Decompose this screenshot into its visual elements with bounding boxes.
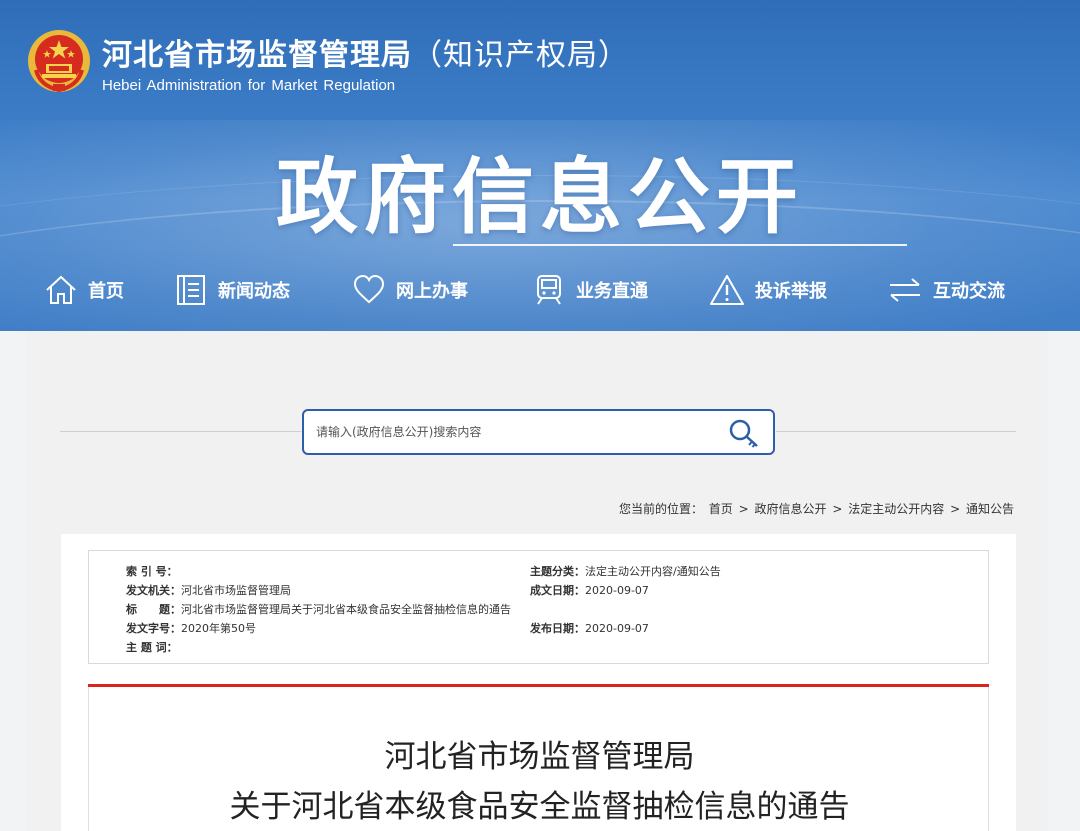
content-panel: 您当前的位置： 首页 > 政府信息公开 > 法定主动公开内容 > 通知公告 索 … — [26, 331, 1048, 831]
article-title-line-2: 关于河北省本级食品安全监督抽检信息的通告 — [229, 789, 850, 825]
nav-item-label: 首页 — [88, 281, 124, 302]
article-card: 索 引 号： 发文机关：河北省市场监督管理局 标 题：河北省市场监督管理局关于河… — [61, 534, 1016, 831]
meta-keywords-label: 主 题 词： — [126, 641, 178, 654]
breadcrumb-separator: > — [950, 502, 961, 516]
meta-docno-label: 发文字号： — [126, 622, 181, 635]
meta-category-row: 主题分类：法定主动公开内容/通知公告 — [530, 563, 721, 579]
meta-index-label: 索 引 号： — [126, 565, 178, 578]
meta-title-value: 河北省市场监督管理局关于河北省本级食品安全监督抽检信息的通告 — [181, 603, 511, 616]
train-icon — [537, 275, 561, 305]
heart-icon — [353, 274, 385, 304]
meta-index-row: 索 引 号： — [126, 563, 178, 579]
search-divider-left — [60, 431, 301, 432]
search-bar — [302, 409, 775, 455]
nav-item-interaction[interactable]: 互动交流 — [887, 268, 1005, 312]
meta-published-label: 发布日期： — [530, 622, 585, 635]
site-title-english: Hebei Administration for Market Regulati… — [102, 77, 396, 94]
meta-docno-row: 发文字号：2020年第50号 — [126, 620, 256, 636]
breadcrumb-item-statutory[interactable]: 法定主动公开内容 — [848, 502, 944, 516]
search-input[interactable] — [316, 421, 706, 443]
meta-keywords-row: 主 题 词： — [126, 639, 178, 655]
breadcrumb-item-notices[interactable]: 通知公告 — [966, 502, 1014, 516]
nav-item-complaints[interactable]: 投诉举报 — [709, 268, 827, 312]
article-body: 河北省市场监督管理局 关于河北省本级食品安全监督抽检信息的通告 — [88, 687, 989, 831]
meta-published-row: 发布日期：2020-09-07 — [530, 620, 649, 636]
meta-issuer-label: 发文机关： — [126, 584, 181, 597]
meta-title-label: 标 题： — [126, 603, 181, 616]
breadcrumb-separator: > — [738, 502, 749, 516]
exchange-icon — [890, 278, 920, 302]
site-name-main: 河北省市场监督管理局 — [102, 38, 412, 73]
nav-item-label: 业务直通 — [576, 281, 648, 302]
nav-item-label: 投诉举报 — [755, 281, 827, 302]
meta-created-label: 成文日期： — [530, 584, 585, 597]
banner-title: 政府信息公开 — [275, 150, 804, 245]
breadcrumb: 您当前的位置： 首页 > 政府信息公开 > 法定主动公开内容 > 通知公告 — [618, 500, 1015, 517]
meta-published-value: 2020-09-07 — [585, 622, 649, 635]
breadcrumb-separator: > — [832, 502, 843, 516]
meta-docno-value: 2020年第50号 — [181, 622, 256, 635]
breadcrumb-item-home[interactable]: 首页 — [709, 502, 733, 516]
header-banner: 河北省市场监督管理局（知识产权局） Hebei Administration f… — [0, 0, 1080, 331]
meta-issuer-value: 河北省市场监督管理局 — [181, 584, 291, 597]
article-title-line-1: 河北省市场监督管理局 — [384, 739, 695, 775]
main-nav: 首页 新闻动态 网上办事 业务直通 投诉举报 互动交流 — [0, 268, 1080, 312]
meta-created-value: 2020-09-07 — [585, 584, 649, 597]
meta-category-label: 主题分类： — [530, 565, 585, 578]
nav-item-online-services[interactable]: 网上办事 — [352, 268, 468, 312]
nav-item-news[interactable]: 新闻动态 — [174, 268, 290, 312]
national-emblem-icon — [28, 30, 90, 93]
meta-created-row: 成文日期：2020-09-07 — [530, 582, 649, 598]
document-meta-table: 索 引 号： 发文机关：河北省市场监督管理局 标 题：河北省市场监督管理局关于河… — [88, 550, 989, 664]
meta-issuer-row: 发文机关：河北省市场监督管理局 — [126, 582, 291, 598]
nav-item-business[interactable]: 业务直通 — [532, 268, 648, 312]
breadcrumb-prefix: 您当前的位置： — [618, 502, 703, 516]
news-icon — [177, 275, 205, 305]
nav-item-home[interactable]: 首页 — [44, 268, 124, 312]
home-icon — [46, 275, 76, 304]
meta-category-value: 法定主动公开内容/通知公告 — [585, 565, 721, 578]
site-name-sub: （知识产权局） — [412, 38, 629, 73]
warning-icon — [710, 275, 744, 305]
nav-item-label: 新闻动态 — [218, 281, 290, 302]
breadcrumb-item-gov-info[interactable]: 政府信息公开 — [755, 502, 827, 516]
search-divider-right — [776, 431, 1016, 432]
search-icon[interactable] — [727, 417, 761, 449]
meta-title-row: 标 题：河北省市场监督管理局关于河北省本级食品安全监督抽检信息的通告 — [126, 601, 511, 617]
site-title: 河北省市场监督管理局（知识产权局） — [102, 30, 629, 74]
nav-item-label: 互动交流 — [933, 281, 1005, 302]
nav-item-label: 网上办事 — [396, 281, 468, 302]
banner-divider — [453, 244, 907, 246]
